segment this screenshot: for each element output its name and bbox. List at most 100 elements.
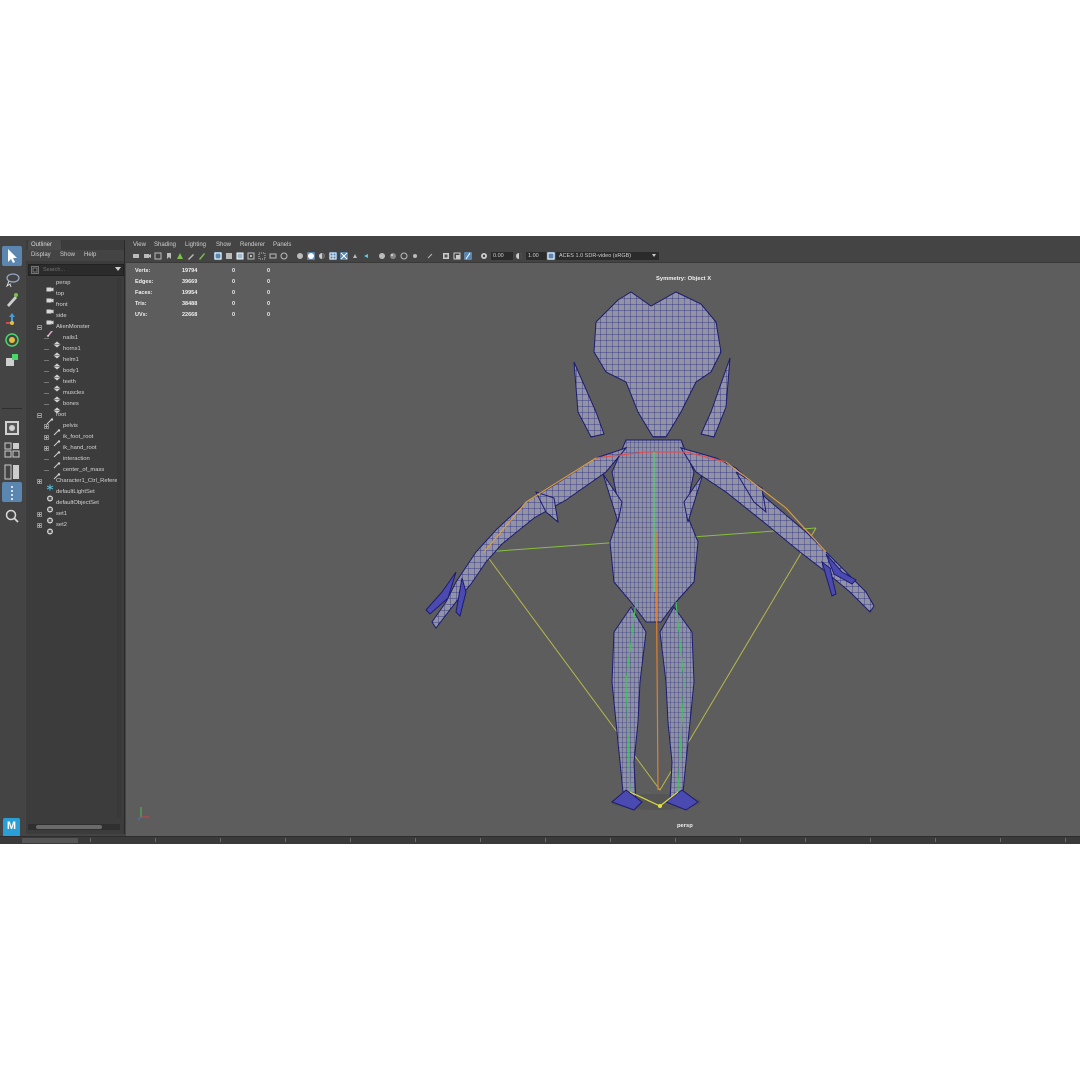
select-camera-icon[interactable] [132, 252, 140, 260]
outliner-item[interactable]: set2 [26, 520, 122, 535]
menu-show[interactable]: Show [60, 250, 75, 261]
scale-tool-icon[interactable] [2, 350, 22, 370]
two-d-pan-icon[interactable] [176, 252, 184, 260]
expand-icon[interactable] [37, 479, 42, 484]
gamma-icon[interactable] [515, 252, 523, 260]
outliner-layout-icon[interactable] [2, 482, 22, 502]
outliner-item[interactable]: persp [26, 278, 122, 292]
hud-icon[interactable] [340, 252, 348, 260]
image-plane-icon[interactable] [165, 252, 173, 260]
motion-blur-icon[interactable] [351, 252, 359, 260]
xray-joints-icon[interactable] [307, 252, 315, 260]
viewport-panel[interactable]: View Shading Lighting Show Renderer Pane… [126, 240, 1080, 838]
outliner-search-input[interactable] [43, 265, 111, 275]
use-all-lights-icon[interactable] [258, 252, 266, 260]
select-tool-icon[interactable] [2, 246, 22, 266]
outliner-item[interactable]: front [26, 300, 122, 314]
outliner-horizontal-scrollbar[interactable] [28, 824, 120, 830]
collapse-icon[interactable] [37, 325, 42, 330]
menu-renderer[interactable]: Renderer [240, 240, 265, 251]
menu-help[interactable]: Help [84, 250, 96, 261]
screen-space-ao-icon[interactable] [280, 252, 288, 260]
single-view-layout-icon[interactable] [2, 418, 22, 438]
outliner-item[interactable]: set1 [26, 509, 122, 524]
menu-display[interactable]: Display [31, 250, 51, 261]
expand-icon[interactable] [44, 435, 49, 440]
outliner-item[interactable]: horns1 [26, 344, 122, 359]
search-icon[interactable] [2, 506, 22, 526]
four-view-layout-icon[interactable] [2, 440, 22, 460]
outliner-item-label: set2 [56, 522, 67, 528]
grid-icon[interactable] [329, 252, 337, 260]
two-view-layout-icon[interactable] [2, 462, 22, 482]
textured-icon[interactable] [247, 252, 255, 260]
hud-label: Verts: [135, 268, 151, 274]
time-range-marker[interactable] [22, 838, 78, 843]
outliner-item[interactable]: Character1_Ctrl_Refere [26, 476, 122, 491]
color-management-icon[interactable] [547, 252, 555, 260]
collapse-icon[interactable] [37, 413, 42, 418]
search-dropdown-icon[interactable] [115, 267, 121, 271]
shadows-icon[interactable] [269, 252, 277, 260]
time-slider[interactable] [0, 836, 1080, 844]
move-tool-icon[interactable] [2, 310, 22, 330]
outliner-item-label: side [56, 313, 67, 319]
outliner-item[interactable]: ik_foot_root [26, 432, 122, 447]
outliner-item[interactable]: body1 [26, 366, 122, 381]
outliner-item[interactable]: AlienMonster [26, 322, 122, 337]
resolution-gate-icon[interactable] [389, 252, 397, 260]
menu-lighting[interactable]: Lighting [185, 240, 206, 251]
outliner-item[interactable]: side [26, 311, 122, 325]
camera-attributes-icon[interactable] [143, 252, 151, 260]
wireframe-icon[interactable] [214, 252, 222, 260]
menu-panels[interactable]: Panels [273, 240, 291, 251]
outliner-item[interactable]: center_of_mass [26, 465, 122, 480]
expand-icon[interactable] [44, 446, 49, 451]
xray-icon[interactable] [296, 252, 304, 260]
expand-icon[interactable] [37, 523, 42, 528]
outliner-item[interactable]: bones [26, 399, 122, 414]
sync-icon[interactable] [464, 252, 472, 260]
bookmarks-icon[interactable] [154, 252, 162, 260]
film-gate-icon[interactable] [411, 252, 419, 260]
outliner-item[interactable]: helm1 [26, 355, 122, 370]
outliner-item[interactable]: defaultObjectSet [26, 498, 122, 513]
anti-aliasing-icon[interactable] [362, 252, 370, 260]
outliner-search-field[interactable] [28, 264, 124, 276]
paint-select-tool-icon[interactable] [2, 290, 22, 310]
wireframe-on-shaded-icon[interactable] [236, 252, 244, 260]
color-management-dropdown[interactable]: ACES 1.0 SDR-video (sRGB) [556, 252, 659, 260]
expand-icon[interactable] [37, 512, 42, 517]
outliner-item[interactable]: teeth [26, 377, 122, 392]
safe-title-icon[interactable] [453, 252, 461, 260]
pencil-icon[interactable] [198, 252, 206, 260]
menu-show[interactable]: Show [216, 240, 231, 251]
menu-view[interactable]: View [133, 240, 146, 251]
outliner-tab[interactable]: Outliner [28, 240, 61, 250]
outliner-item[interactable]: top [26, 289, 122, 303]
expand-icon[interactable] [44, 424, 49, 429]
smooth-shade-icon[interactable] [225, 252, 233, 260]
alien-monster-model[interactable] [126, 262, 1080, 838]
safe-action-icon[interactable] [442, 252, 450, 260]
field-chart-icon[interactable] [426, 252, 434, 260]
gate-mask-icon[interactable] [400, 252, 408, 260]
exposure-icon[interactable] [480, 252, 488, 260]
rotate-tool-icon[interactable] [2, 330, 22, 350]
outliner-item[interactable]: muscles [26, 388, 122, 403]
outliner-item[interactable]: root [26, 410, 122, 425]
outliner-item[interactable]: pelvis [26, 421, 122, 436]
depth-of-field-icon[interactable] [378, 252, 386, 260]
outliner-item[interactable]: nails1 [26, 333, 122, 348]
menu-shading[interactable]: Shading [154, 240, 176, 251]
outliner-item[interactable]: ik_hand_root [26, 443, 122, 458]
exposure-field[interactable]: 0.00 [491, 252, 513, 260]
outliner-item[interactable]: interaction [26, 454, 122, 469]
outliner-item[interactable]: defaultLightSet [26, 487, 122, 502]
isolate-select-icon[interactable] [318, 252, 326, 260]
grease-pencil-icon[interactable] [187, 252, 195, 260]
lasso-tool-icon[interactable] [2, 270, 22, 290]
hud-label: Tris: [135, 301, 147, 307]
gamma-field[interactable]: 1.00 [526, 252, 546, 260]
outliner-vertical-scrollbar[interactable] [117, 278, 121, 818]
